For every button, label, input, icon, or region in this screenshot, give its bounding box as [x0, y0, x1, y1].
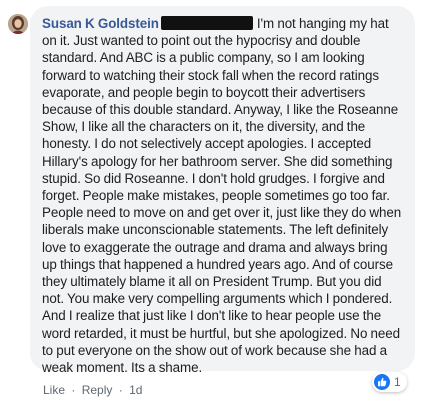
comment-body: Susan K Goldstein I'm not hanging my hat …: [42, 15, 405, 376]
comment-bubble: Susan K Goldstein I'm not hanging my hat …: [30, 6, 415, 375]
comment-text: I'm not hanging my hat on it. Just wante…: [42, 16, 402, 376]
separator-dot: ·: [118, 383, 123, 397]
comment-author[interactable]: Susan K Goldstein: [42, 16, 159, 31]
redacted-name-block: [160, 16, 253, 30]
like-link[interactable]: Like: [43, 383, 65, 397]
comment-timestamp[interactable]: 1d: [129, 383, 142, 397]
reaction-count: 1: [394, 375, 401, 389]
avatar-photo: [8, 14, 28, 34]
thumbs-up-icon: [374, 374, 390, 390]
comment-actions: Like · Reply · 1d: [43, 383, 142, 397]
reaction-summary[interactable]: 1: [372, 372, 407, 392]
reply-link[interactable]: Reply: [82, 383, 113, 397]
avatar[interactable]: [8, 14, 28, 34]
separator-dot: ·: [71, 383, 76, 397]
